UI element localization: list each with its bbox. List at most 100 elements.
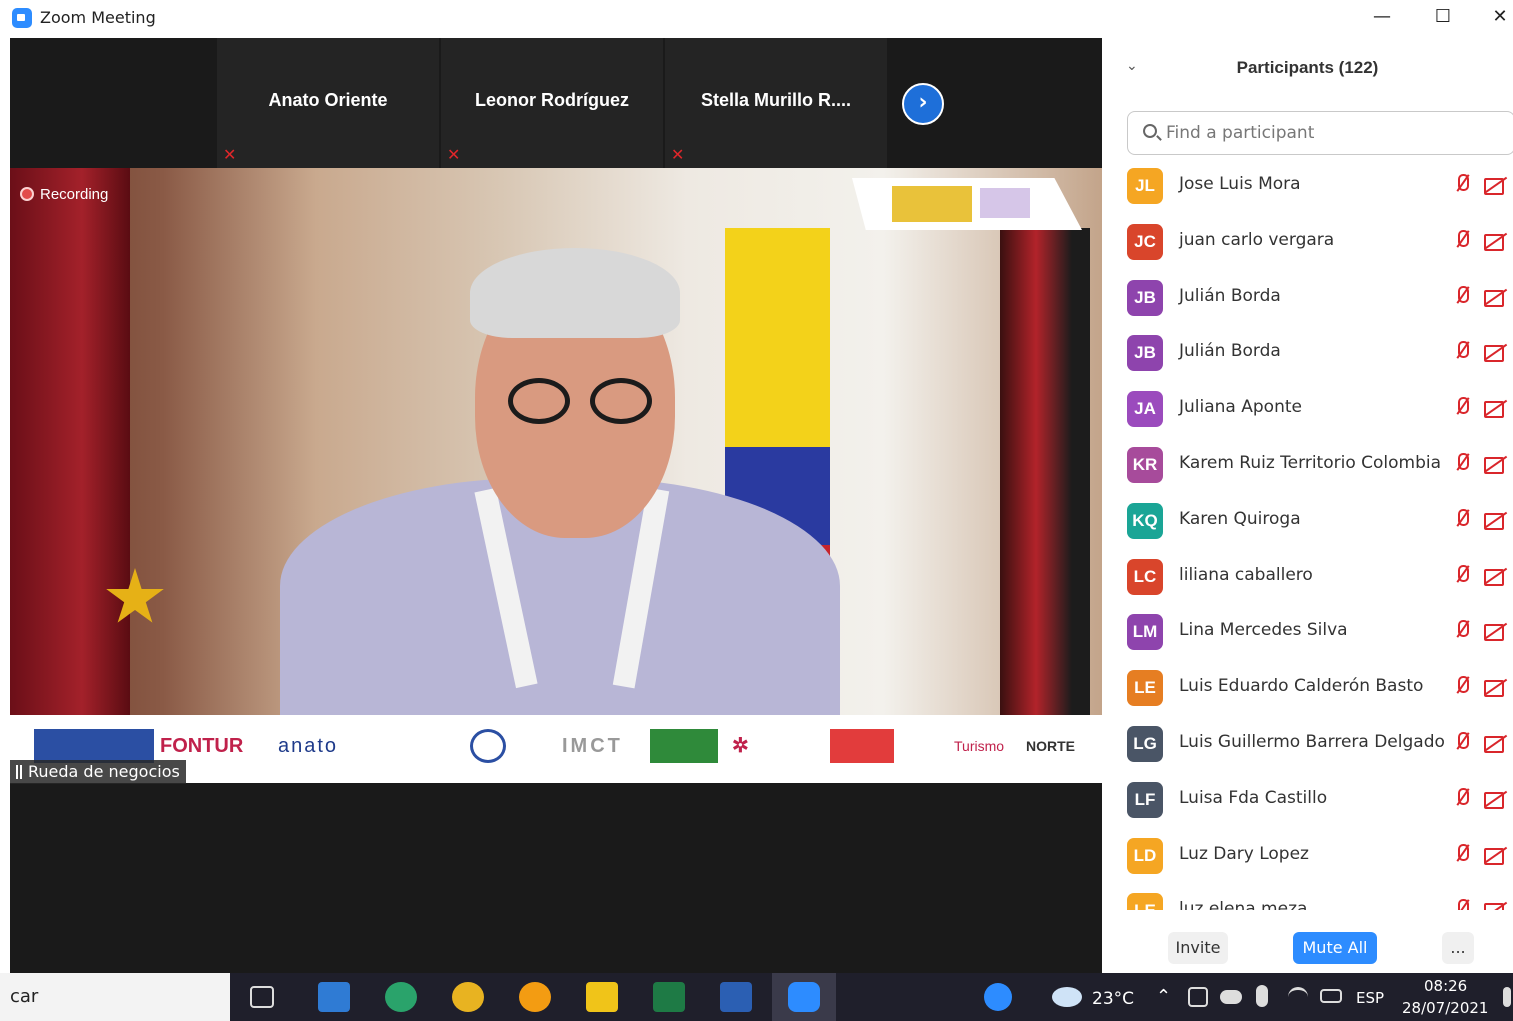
- avatar: LE: [1127, 893, 1163, 910]
- microphone-icon[interactable]: [1256, 985, 1268, 1007]
- mic-muted-icon[interactable]: [1452, 451, 1472, 475]
- participant-row[interactable]: JL Jose Luis Mora: [1102, 158, 1513, 214]
- mic-muted-icon[interactable]: [1452, 786, 1472, 810]
- participant-tile[interactable]: Leonor Rodríguez ✕: [441, 38, 663, 168]
- participant-row[interactable]: KR Karem Ruiz Territorio Colombia: [1102, 437, 1513, 493]
- mail-icon[interactable]: [318, 982, 350, 1012]
- title-bar: Zoom Meeting — ☐ ✕: [0, 0, 1513, 38]
- task-view-icon[interactable]: [250, 986, 274, 1008]
- wifi-icon[interactable]: [1288, 987, 1308, 1007]
- participant-name: Juliana Aponte: [1179, 397, 1302, 418]
- video-off-icon[interactable]: [1484, 288, 1508, 307]
- battery-icon[interactable]: [1320, 989, 1342, 1003]
- participant-name: Julián Borda: [1179, 341, 1281, 362]
- maximize-button[interactable]: ☐: [1423, 2, 1463, 32]
- video-off-icon[interactable]: [1484, 399, 1508, 419]
- participant-row[interactable]: JA Juliana Aponte: [1102, 381, 1513, 437]
- close-button[interactable]: ✕: [1480, 2, 1513, 32]
- mic-muted-icon[interactable]: [1452, 507, 1472, 531]
- logo-badge: [650, 729, 718, 763]
- next-page-button[interactable]: ›: [902, 83, 944, 125]
- participant-row[interactable]: LF Luisa Fda Castillo: [1102, 772, 1513, 828]
- video-off-icon[interactable]: [1484, 622, 1508, 642]
- video-off-icon[interactable]: [1484, 846, 1508, 865]
- help-icon[interactable]: [984, 983, 1012, 1011]
- mic-muted-icon[interactable]: [1452, 172, 1472, 196]
- zoom-taskbar-button[interactable]: [772, 973, 836, 1021]
- avatar: LM: [1127, 614, 1163, 651]
- mic-muted-icon[interactable]: [1452, 284, 1472, 308]
- mic-muted-icon[interactable]: [1452, 228, 1472, 252]
- participant-tile[interactable]: Stella Murillo R.... ✕: [665, 38, 887, 168]
- participant-row[interactable]: LM Lina Mercedes Silva: [1102, 604, 1513, 660]
- caption-text: Rueda de negocios: [28, 762, 180, 781]
- video-off-icon[interactable]: [1484, 232, 1508, 251]
- anato-logo: anato: [278, 735, 339, 757]
- mic-muted-icon[interactable]: [1452, 674, 1472, 698]
- taskbar-search-text: car: [10, 986, 39, 1007]
- participant-row[interactable]: JB Julián Borda: [1102, 325, 1513, 381]
- participant-tile[interactable]: Anato Oriente ✕: [217, 38, 439, 168]
- participant-name: Luisa Fda Castillo: [1179, 787, 1328, 808]
- video-off-icon[interactable]: [1484, 343, 1508, 363]
- participant-search[interactable]: [1127, 111, 1513, 155]
- cloud-icon[interactable]: [1220, 990, 1242, 1004]
- mic-muted-icon[interactable]: [1452, 395, 1472, 419]
- mic-muted-icon[interactable]: [1452, 842, 1472, 866]
- flag-image: [10, 168, 130, 715]
- language-indicator[interactable]: ESP: [1356, 989, 1384, 1007]
- seal-logo: [470, 729, 506, 763]
- chevron-up-icon[interactable]: ⌃: [1156, 986, 1171, 1007]
- search-input[interactable]: [1166, 120, 1496, 146]
- video-off-icon[interactable]: [1484, 176, 1508, 195]
- fontur-logo: FONTUR: [160, 735, 244, 757]
- mic-muted-icon[interactable]: [1452, 563, 1472, 587]
- mute-all-button[interactable]: Mute All: [1293, 932, 1377, 964]
- video-off-icon[interactable]: [1484, 790, 1508, 809]
- participant-row[interactable]: LG Luis Guillermo Barrera Delgado: [1102, 716, 1513, 772]
- minimize-button[interactable]: —: [1362, 2, 1402, 32]
- participant-name: Luis Guillermo Barrera Delgado: [1179, 732, 1445, 752]
- weather-temp[interactable]: 23°C: [1092, 989, 1134, 1009]
- mic-muted-icon[interactable]: [1452, 339, 1472, 363]
- brave-icon[interactable]: [519, 982, 551, 1012]
- panel-footer: Invite Mute All ...: [1102, 930, 1513, 973]
- video-off-icon[interactable]: [1484, 734, 1508, 753]
- participant-row[interactable]: JB Julián Borda: [1102, 270, 1513, 326]
- chrome-icon[interactable]: [452, 982, 484, 1012]
- mic-muted-icon[interactable]: [1452, 730, 1472, 754]
- gov-logo: [34, 729, 154, 763]
- tile-name: Stella Murillo R....: [700, 90, 852, 110]
- video-off-icon[interactable]: [1484, 455, 1508, 474]
- clock-date[interactable]: 28/07/2021: [1402, 999, 1488, 1017]
- notification-icon[interactable]: [1503, 987, 1511, 1007]
- video-off-icon[interactable]: [1484, 567, 1508, 586]
- participant-row[interactable]: LD Luz Dary Lopez: [1102, 828, 1513, 884]
- video-off-icon[interactable]: [1484, 678, 1508, 698]
- participant-name: Julián Borda: [1179, 285, 1281, 306]
- participant-row[interactable]: LE luz elena meza: [1102, 883, 1513, 910]
- recording-indicator[interactable]: Recording: [20, 186, 108, 203]
- participant-row[interactable]: JC juan carlo vergara: [1102, 214, 1513, 270]
- clock-time[interactable]: 08:26: [1424, 977, 1467, 995]
- excel-icon[interactable]: [653, 982, 685, 1012]
- camara-logo: ✲: [732, 735, 749, 757]
- word-icon[interactable]: [720, 982, 752, 1012]
- edge-icon[interactable]: [385, 982, 417, 1012]
- taskbar-search[interactable]: car: [0, 973, 230, 1021]
- participant-list[interactable]: JL Jose Luis Mora JC juan carlo vergara JB Ju…: [1102, 158, 1513, 910]
- mic-muted-icon[interactable]: [1452, 897, 1472, 910]
- invite-button[interactable]: Invite: [1168, 932, 1228, 964]
- file-explorer-icon[interactable]: [586, 982, 618, 1012]
- video-off-icon[interactable]: [1484, 901, 1508, 910]
- participant-row[interactable]: LC liliana caballero: [1102, 549, 1513, 605]
- participant-row[interactable]: LE Luis Eduardo Calderón Basto: [1102, 660, 1513, 716]
- mic-muted-icon[interactable]: [1452, 618, 1472, 642]
- device-icon[interactable]: [1188, 987, 1208, 1007]
- more-options-button[interactable]: ...: [1442, 932, 1474, 964]
- weather-icon[interactable]: [1052, 987, 1082, 1007]
- video-off-icon[interactable]: [1484, 511, 1508, 530]
- participant-row[interactable]: KQ Karen Quiroga: [1102, 493, 1513, 549]
- participant-name: Karem Ruiz Territorio Colombia: [1179, 453, 1442, 473]
- norte-logo: NORTE: [1026, 738, 1075, 754]
